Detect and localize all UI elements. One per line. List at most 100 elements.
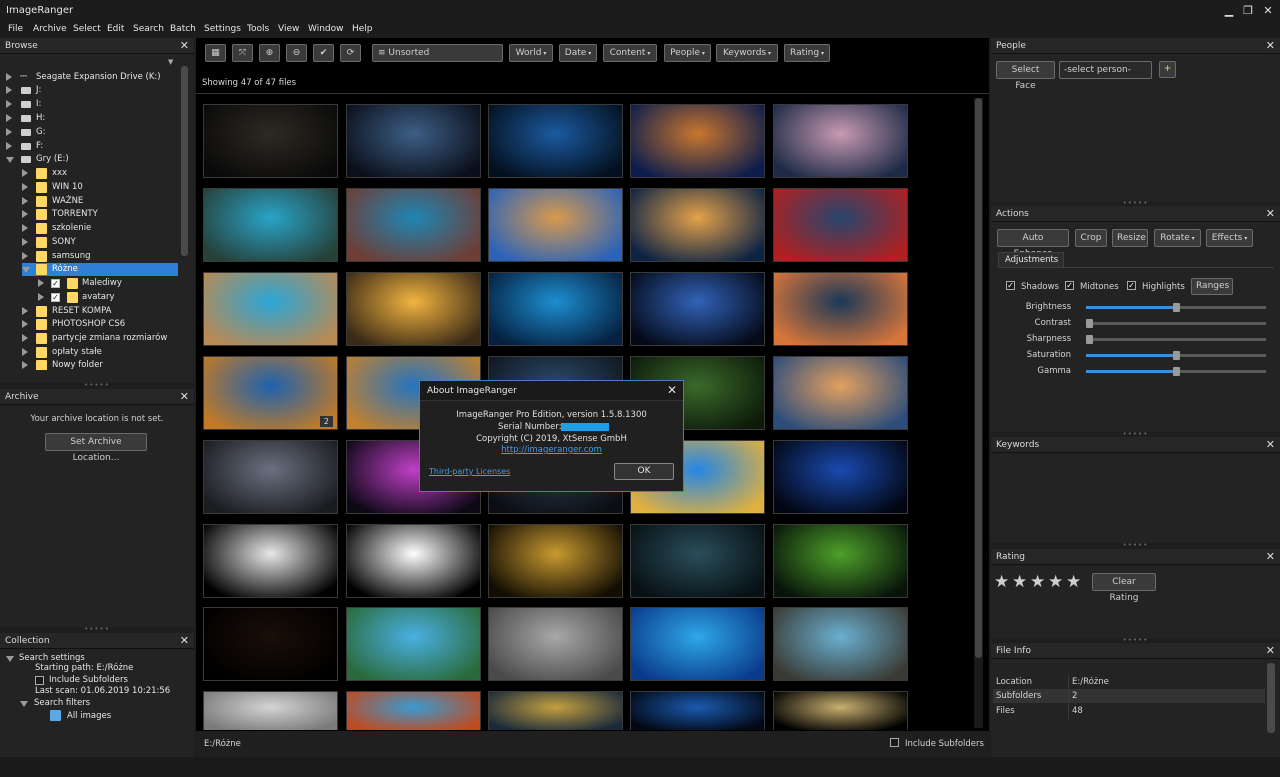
- menu-view[interactable]: View: [278, 24, 299, 34]
- close-icon[interactable]: ✕: [1266, 438, 1275, 451]
- thumbnail[interactable]: [488, 104, 623, 178]
- chevron-down-icon[interactable]: ▼: [168, 58, 173, 66]
- refresh-icon[interactable]: ⟳: [340, 44, 361, 62]
- thumbnail[interactable]: [346, 691, 481, 730]
- thumbnail[interactable]: [630, 104, 765, 178]
- slider-knob[interactable]: [1173, 303, 1180, 312]
- tree-item-folder[interactable]: RESET KOMPA: [22, 305, 178, 318]
- thumbnail[interactable]: [488, 272, 623, 346]
- star-icon[interactable]: ★: [1066, 572, 1081, 592]
- thumbnail[interactable]: [488, 188, 623, 262]
- tree-item-subfolder[interactable]: ✓ Malediwy: [38, 277, 178, 290]
- tree-item-j[interactable]: J:: [6, 84, 178, 97]
- tree-item-i[interactable]: I:: [6, 98, 178, 111]
- close-icon[interactable]: ✕: [180, 634, 189, 647]
- filter-people[interactable]: People ▾: [664, 44, 711, 62]
- tree-item-folder[interactable]: opłaty stałe: [22, 346, 178, 359]
- third-party-licenses-link[interactable]: Third-party Licenses: [429, 467, 510, 476]
- thumbnail[interactable]: [346, 104, 481, 178]
- tree-item-folder[interactable]: SONY: [22, 236, 178, 249]
- tree-item-h[interactable]: H:: [6, 112, 178, 125]
- include-checkbox[interactable]: ✓: [51, 279, 60, 288]
- menu-edit[interactable]: Edit: [107, 24, 124, 34]
- menu-search[interactable]: Search: [133, 24, 164, 34]
- crop-button[interactable]: Crop: [1075, 229, 1107, 247]
- zoom-in-icon[interactable]: ⊕: [259, 44, 280, 62]
- thumbnail[interactable]: [203, 691, 338, 730]
- thumbnail[interactable]: [630, 188, 765, 262]
- close-icon[interactable]: ✕: [1266, 207, 1275, 220]
- tree-item-folder[interactable]: Nowy folder: [22, 359, 178, 370]
- resize-button[interactable]: Resize: [1112, 229, 1148, 247]
- midtones-checkbox[interactable]: ✓: [1065, 281, 1074, 290]
- grid-view-icon[interactable]: ▦: [205, 44, 226, 62]
- restore-icon[interactable]: ❐: [1241, 4, 1255, 18]
- panel-resize-grip[interactable]: •••••: [991, 431, 1280, 438]
- viewer-scrollbar-thumb[interactable]: [975, 98, 982, 658]
- gamma-slider[interactable]: [1086, 367, 1266, 376]
- ranges-button[interactable]: Ranges: [1191, 278, 1233, 295]
- close-icon[interactable]: ✕: [1266, 39, 1275, 52]
- menu-help[interactable]: Help: [352, 24, 373, 34]
- thumbnail[interactable]: 2: [203, 356, 338, 430]
- close-icon[interactable]: ✕: [1261, 4, 1275, 18]
- thumbnail[interactable]: [203, 524, 338, 598]
- shadows-checkbox[interactable]: ✓: [1006, 281, 1015, 290]
- thumbnail[interactable]: [488, 524, 623, 598]
- close-icon[interactable]: ✕: [1266, 644, 1275, 657]
- thumbnail[interactable]: [488, 691, 623, 730]
- filter-keywords[interactable]: Keywords ▾: [716, 44, 778, 62]
- panel-resize-grip[interactable]: •••••: [991, 542, 1280, 549]
- close-icon[interactable]: ✕: [1266, 550, 1275, 563]
- add-person-button[interactable]: +: [1159, 61, 1176, 78]
- include-subfolders-checkbox[interactable]: [890, 738, 899, 747]
- set-archive-location-button[interactable]: Set Archive Location...: [45, 433, 147, 463]
- tree-item-folder[interactable]: WAŻNE: [22, 195, 178, 208]
- panel-resize-grip[interactable]: •••••: [0, 626, 194, 633]
- thumbnail[interactable]: [773, 524, 908, 598]
- thumbnail[interactable]: [773, 104, 908, 178]
- thumbnail[interactable]: [203, 188, 338, 262]
- thumbnail[interactable]: [346, 607, 481, 681]
- tree-item-k[interactable]: ⎓ Seagate Expansion Drive (K:): [6, 71, 178, 84]
- thumbnail[interactable]: [773, 356, 908, 430]
- thumbnail[interactable]: [346, 272, 481, 346]
- thumbnail[interactable]: [346, 524, 481, 598]
- star-icon[interactable]: ★: [994, 572, 1009, 592]
- tree-item-folder[interactable]: PHOTOSHOP CS6: [22, 318, 178, 331]
- viewer-scrollbar-track[interactable]: [974, 98, 983, 728]
- panel-resize-grip[interactable]: •••••: [991, 200, 1280, 207]
- sort-dropdown[interactable]: ≡ Unsorted: [372, 44, 503, 62]
- filter-content[interactable]: Content ▾: [603, 44, 657, 62]
- tree-item-folder[interactable]: samsung: [22, 250, 178, 263]
- check-icon[interactable]: ✔: [313, 44, 334, 62]
- menu-select[interactable]: Select: [73, 24, 101, 34]
- thumbnail[interactable]: [203, 440, 338, 514]
- thumbnail[interactable]: [773, 188, 908, 262]
- select-face-button[interactable]: Select Face: [996, 61, 1055, 91]
- browse-scrollbar[interactable]: [181, 66, 188, 256]
- brightness-slider[interactable]: [1086, 303, 1266, 312]
- file-info-scrollbar[interactable]: [1267, 663, 1275, 733]
- filter-world[interactable]: World ▾: [509, 44, 553, 62]
- include-subfolders-checkbox[interactable]: [35, 676, 44, 685]
- tree-item-folder[interactable]: partycje zmiana rozmiarów: [22, 332, 178, 345]
- thumbnail[interactable]: [773, 440, 908, 514]
- contrast-slider[interactable]: [1086, 319, 1266, 328]
- saturation-slider[interactable]: [1086, 351, 1266, 360]
- tree-item-folder[interactable]: TORRENTY: [22, 208, 178, 221]
- highlights-checkbox[interactable]: ✓: [1127, 281, 1136, 290]
- star-icon[interactable]: ★: [1030, 572, 1045, 592]
- tab-adjustments[interactable]: Adjustments: [998, 252, 1064, 267]
- thumbnail[interactable]: [630, 272, 765, 346]
- tree-item-folder[interactable]: WIN 10: [22, 181, 178, 194]
- star-icon[interactable]: ★: [1012, 572, 1027, 592]
- minimize-icon[interactable]: ▁: [1222, 4, 1236, 18]
- search-filters-node[interactable]: Search filters: [20, 697, 186, 710]
- tree-item-subfolder[interactable]: ✓ avatary: [38, 291, 178, 304]
- menu-settings[interactable]: Settings: [204, 24, 241, 34]
- menu-archive[interactable]: Archive: [33, 24, 67, 34]
- fit-icon[interactable]: ⤧: [232, 44, 253, 62]
- close-icon[interactable]: ✕: [180, 39, 189, 52]
- include-checkbox[interactable]: ✓: [51, 293, 60, 302]
